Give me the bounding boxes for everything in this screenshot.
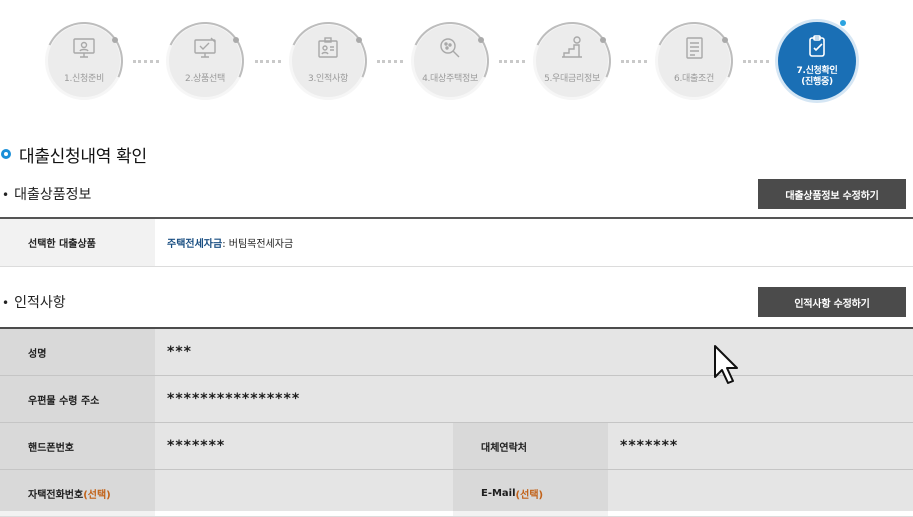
alt-contact-label: 대체연락처	[453, 423, 608, 469]
edit-loan-product-button[interactable]: 대출상품정보 수정하기	[758, 179, 906, 209]
loan-section-header: • 대출상품정보 대출상품정보 수정하기	[0, 179, 913, 209]
selected-product-label: 선택한 대출상품	[0, 219, 155, 266]
table-row: 자택전화번호 (선택) E-Mail (선택)	[0, 470, 913, 517]
mobile-value: *******	[167, 438, 226, 454]
step-4: 4.대상주택정보	[400, 11, 500, 111]
table-row: 성명 ***	[0, 329, 913, 376]
title-bullet-icon	[1, 149, 11, 159]
selected-product-value: 주택전세자금 : 버팀목전세자금	[167, 239, 294, 250]
step-2: 2.상품선택	[155, 11, 255, 111]
loan-product-table: 선택한 대출상품 주택전세자금 : 버팀목전세자금	[0, 217, 913, 267]
personal-section-header: • 인적사항 인적사항 수정하기	[0, 287, 913, 317]
table-row: 핸드폰번호 ******* 대체연락처 *******	[0, 423, 913, 470]
page-title-row: 대출신청내역 확인	[0, 142, 147, 167]
home-phone-label: 자택전화번호 (선택)	[0, 470, 155, 516]
page-title: 대출신청내역 확인	[19, 146, 147, 167]
alt-contact-value: *******	[620, 438, 679, 454]
edit-personal-info-button[interactable]: 인적사항 수정하기	[758, 287, 906, 317]
step-6: 6.대출조건	[644, 11, 744, 111]
loan-section-title: • 대출상품정보	[2, 187, 92, 203]
home-phone-value	[155, 470, 453, 516]
address-value: ****************	[167, 391, 301, 407]
step-label: 7.신청확인 (진행중)	[796, 65, 838, 87]
mobile-label: 핸드폰번호	[0, 423, 155, 469]
step-3: 3.인적사항	[278, 11, 378, 111]
email-value	[608, 470, 620, 516]
personal-info-table: 성명 *** 우편물 수령 주소 **************** 핸드폰번호 …	[0, 327, 913, 517]
table-row: 우편물 수령 주소 ****************	[0, 376, 913, 423]
mouse-cursor-icon	[713, 344, 739, 386]
check-document-icon	[804, 34, 830, 63]
email-label: E-Mail (선택)	[453, 470, 608, 516]
name-label: 성명	[0, 329, 155, 375]
personal-section-title: • 인적사항	[2, 295, 66, 311]
address-label: 우편물 수령 주소	[0, 376, 155, 422]
step-1: 1.신청준비	[34, 11, 134, 111]
name-value: ***	[167, 344, 192, 360]
step-5: 5.우대금리정보	[522, 11, 622, 111]
step-progress: 1.신청준비 2.상품선택 3.인적사항 4.대상주택정보 5.우대금리정보 6…	[0, 0, 913, 130]
table-row: 선택한 대출상품 주택전세자금 : 버팀목전세자금	[0, 219, 913, 267]
step-7-current: 7.신청확인 (진행중)	[775, 19, 859, 103]
